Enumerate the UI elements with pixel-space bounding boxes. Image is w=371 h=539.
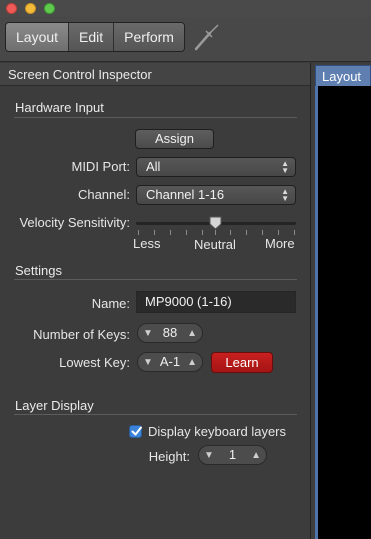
stepper-down-icon[interactable]: ▼ (204, 447, 214, 465)
stepper-up-icon[interactable]: ▲ (187, 325, 197, 343)
popup-arrows-icon: ▲ ▼ (281, 187, 289, 203)
section-divider (14, 279, 297, 280)
slider-tick (215, 230, 216, 235)
slider-tick (230, 230, 231, 235)
assign-button[interactable]: Assign (135, 129, 214, 149)
layout-pane-tab-label: Layout (322, 69, 362, 84)
midi-port-label: MIDI Port: (71, 159, 130, 174)
name-field[interactable]: MP9000 (1-16) (136, 291, 296, 313)
number-of-keys-label: Number of Keys: (33, 327, 130, 342)
velocity-sensitivity-label: Velocity Sensitivity: (19, 215, 130, 230)
display-keyboard-layers-checkbox[interactable] (129, 425, 142, 438)
display-keyboard-layers-label: Display keyboard layers (148, 424, 287, 439)
layer-display-heading: Layer Display (15, 398, 94, 413)
tab-layout[interactable]: Layout (6, 23, 70, 51)
wrench-tool-icon[interactable] (192, 23, 222, 51)
height-stepper[interactable]: ▼ 1 ▲ (198, 445, 267, 465)
slider-tick (262, 230, 263, 235)
slider-tick (138, 230, 139, 235)
screen-control-inspector: Screen Control Inspector Hardware Input … (0, 63, 311, 539)
stepper-up-icon[interactable]: ▲ (251, 447, 261, 465)
number-of-keys-value: 88 (162, 325, 178, 340)
channel-label: Channel: (77, 187, 130, 202)
slider-knob[interactable] (209, 216, 222, 230)
slider-tick (278, 230, 279, 235)
slider-tick (170, 230, 171, 235)
velocity-less-label: Less (133, 236, 161, 251)
slider-tick (154, 230, 155, 235)
slider-tick (294, 230, 295, 235)
section-divider (14, 414, 297, 415)
learn-button[interactable]: Learn (211, 352, 273, 373)
stepper-down-icon[interactable]: ▼ (143, 325, 153, 343)
minimize-window-button[interactable] (25, 3, 36, 14)
slider-tick (186, 230, 187, 235)
inspector-title: Screen Control Inspector (8, 67, 152, 82)
inspector-title-bar: Screen Control Inspector (0, 63, 310, 86)
checkmark-icon (131, 426, 142, 436)
section-divider (14, 117, 297, 118)
lowest-key-label: Lowest Key: (59, 355, 130, 370)
stepper-up-icon[interactable]: ▲ (187, 354, 197, 372)
lowest-key-stepper[interactable]: ▼ A-1 ▲ (137, 352, 203, 372)
layout-pane: Layout (311, 63, 371, 539)
stepper-down-icon[interactable]: ▼ (143, 354, 153, 372)
slider-tick (202, 230, 203, 235)
velocity-neutral-label: Neutral (194, 237, 236, 252)
layout-canvas[interactable] (315, 86, 371, 539)
layout-pane-tab[interactable]: Layout (315, 65, 371, 86)
close-window-button[interactable] (6, 3, 17, 14)
channel-value: Channel 1-16 (146, 187, 225, 202)
channel-popup[interactable]: Channel 1-16 ▲ ▼ (136, 185, 296, 205)
title-bar (0, 0, 371, 17)
lowest-key-value: A-1 (159, 354, 181, 369)
mode-segmented-control: Layout Edit Perform (5, 22, 185, 52)
settings-heading: Settings (15, 263, 62, 278)
height-value: 1 (228, 447, 237, 462)
velocity-more-label: More (265, 236, 295, 251)
tab-edit[interactable]: Edit (69, 23, 115, 51)
popup-arrows-icon: ▲ ▼ (281, 159, 289, 175)
hardware-input-heading: Hardware Input (15, 100, 104, 115)
height-label: Height: (148, 449, 190, 464)
number-of-keys-stepper[interactable]: ▼ 88 ▲ (137, 323, 203, 343)
toolbar: Layout Edit Perform (0, 17, 371, 62)
midi-port-value: All (146, 159, 161, 174)
midi-port-popup[interactable]: All ▲ ▼ (136, 157, 296, 177)
slider-tick (246, 230, 247, 235)
zoom-window-button[interactable] (44, 3, 55, 14)
name-label: Name: (91, 296, 130, 311)
tab-perform[interactable]: Perform (114, 23, 184, 51)
